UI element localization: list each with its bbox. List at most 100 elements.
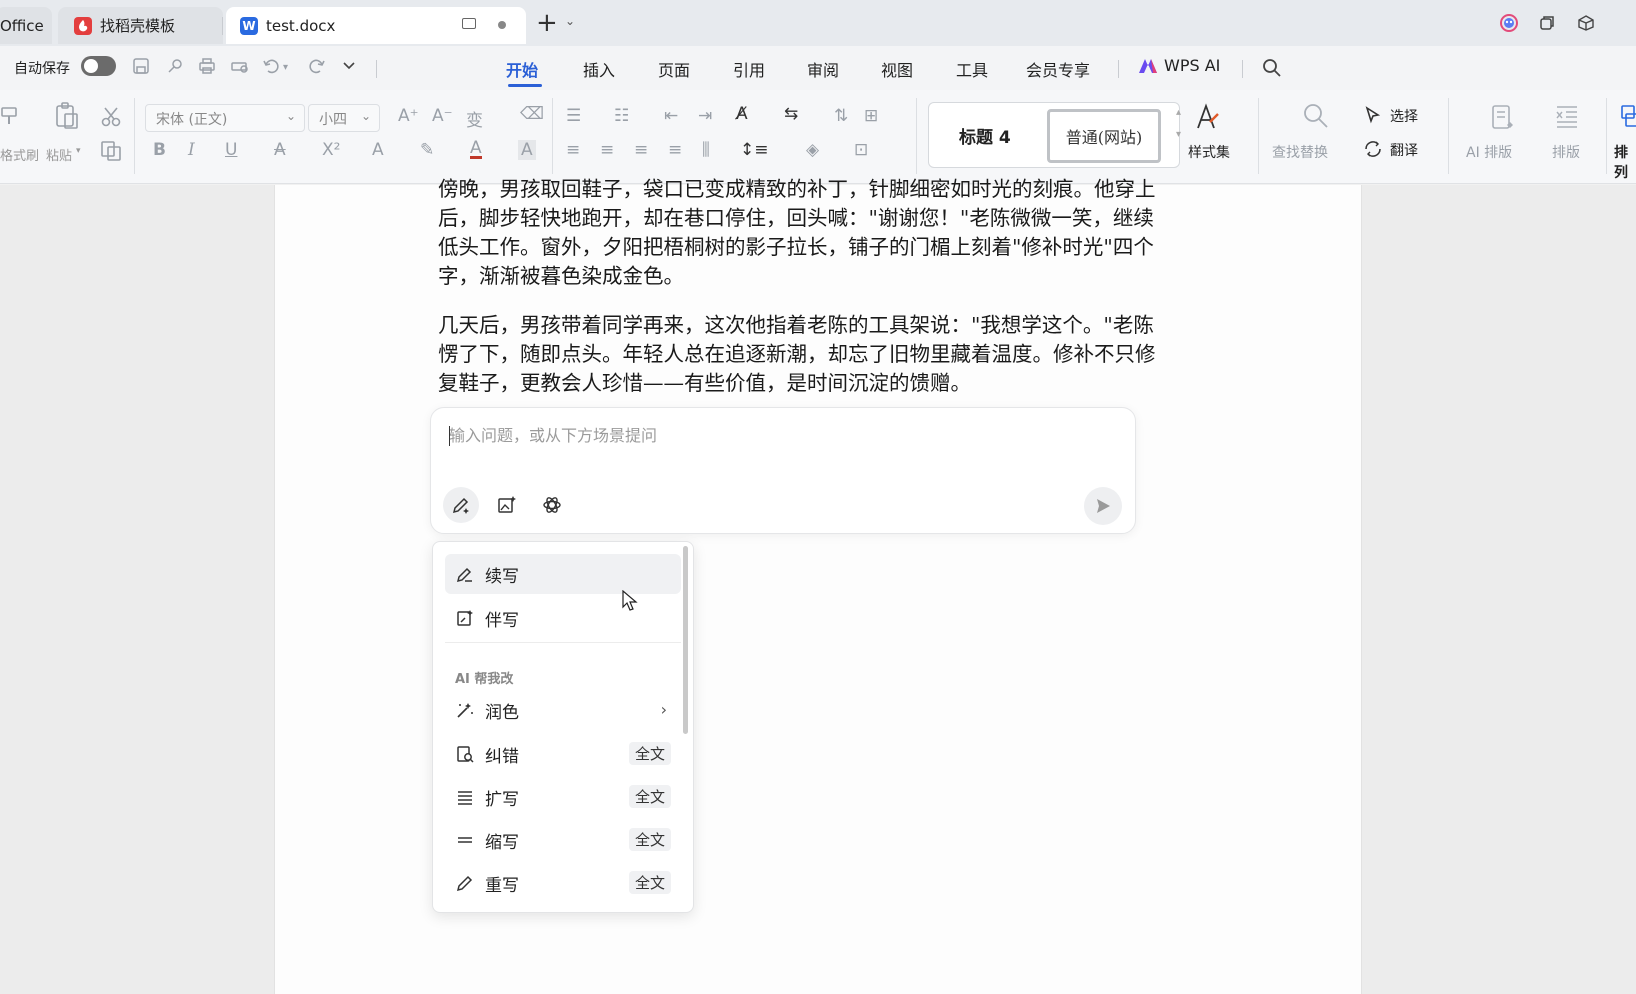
copy-icon[interactable] (100, 140, 122, 162)
text-effect-icon[interactable]: A (372, 140, 384, 160)
layout-icon[interactable] (1554, 104, 1580, 130)
paste-label[interactable]: 粘贴 (46, 145, 72, 164)
menu-item-proofread[interactable]: 纠错 全文 (445, 734, 681, 774)
select-cursor-icon[interactable] (1364, 106, 1382, 124)
clear-format-icon[interactable]: ⌫ (520, 104, 544, 124)
autosave-toggle[interactable] (81, 56, 116, 76)
chevron-down-icon[interactable]: ⌄ (565, 14, 575, 28)
ai-prompt-input[interactable] (449, 422, 1089, 448)
menu-item-shrink[interactable]: 缩写 全文 (445, 820, 681, 860)
menu-review[interactable]: 审阅 (807, 57, 839, 81)
strikethrough-icon[interactable]: A (274, 140, 286, 160)
paste-icon[interactable] (54, 102, 80, 130)
distributed-align-icon[interactable]: ⫼ (702, 140, 710, 160)
style-set-icon[interactable] (1192, 102, 1220, 132)
show-marks-icon[interactable]: ⊞ (864, 106, 878, 126)
align-center-icon[interactable]: ≡ (600, 140, 614, 160)
arrange-icon[interactable] (1620, 104, 1636, 130)
menu-start[interactable]: 开始 (506, 57, 538, 81)
menu-item-continue-write[interactable]: 续写 (445, 554, 681, 594)
borders-icon[interactable]: ⊡ (854, 140, 868, 160)
ai-layout-label[interactable]: AI 排版 (1466, 142, 1512, 162)
new-tab-button[interactable]: + (536, 10, 558, 36)
cut-icon[interactable] (100, 106, 122, 128)
style-heading-4[interactable]: 标题 4 (959, 123, 1011, 148)
document-paragraph-1[interactable]: 傍晚，男孩取回鞋子，袋口已变成精致的补丁，针脚细密如时光的刻痕。他穿上 后，脚步… (438, 175, 1200, 291)
translate-icon[interactable] (1364, 140, 1382, 158)
select-label[interactable]: 选择 (1390, 106, 1418, 126)
chevron-down-icon[interactable]: ▾ (283, 62, 288, 73)
menu-member[interactable]: 会员专享 (1026, 57, 1090, 81)
menu-scrollbar[interactable] (683, 546, 688, 734)
increase-indent-icon[interactable]: ⇥ (698, 106, 712, 126)
ai-write-mode-button[interactable] (443, 487, 479, 523)
numbered-list-icon[interactable]: ☷ (614, 106, 629, 126)
search-icon[interactable] (1262, 58, 1282, 78)
send-button[interactable] (1084, 487, 1122, 525)
unsaved-dot-icon[interactable] (498, 21, 506, 29)
justify-icon[interactable]: ≡ (668, 140, 682, 160)
highlight-icon[interactable]: ✎ (420, 140, 434, 160)
cube-icon[interactable] (1577, 14, 1595, 32)
find-icon[interactable] (1302, 102, 1330, 130)
font-size-select[interactable]: 小四 ⌄ (308, 104, 380, 132)
chevron-down-icon[interactable]: ▾ (76, 146, 81, 156)
customize-toolbar-chevron-icon[interactable] (342, 60, 356, 72)
decrease-indent-icon[interactable]: ⇤ (664, 106, 678, 126)
text-direction-icon[interactable]: A̸ (736, 104, 748, 124)
find-replace-label[interactable]: 查找替换 (1272, 142, 1328, 162)
align-left-icon[interactable]: ≡ (566, 140, 580, 160)
full-text-badge[interactable]: 全文 (628, 871, 671, 894)
decrease-font-icon[interactable]: A⁻ (432, 106, 453, 126)
font-name-select[interactable]: 宋体 (正文) ⌄ (145, 104, 305, 132)
ai-assistant-icon[interactable] (1500, 14, 1518, 32)
ai-image-button[interactable] (489, 487, 525, 523)
full-text-badge[interactable]: 全文 (628, 785, 671, 808)
char-shading-icon[interactable]: A (518, 140, 536, 160)
style-set-label[interactable]: 样式集 (1188, 142, 1230, 162)
tab-docer-templates[interactable]: 找稻壳模板 (58, 7, 223, 44)
layout-label[interactable]: 排版 (1552, 142, 1580, 162)
document-paragraph-2[interactable]: 几天后，男孩带着同学再来，这次他指着老陈的工具架说："我想学这个。"老陈 愣了下… (438, 311, 1200, 398)
print-icon[interactable] (198, 57, 216, 75)
bullet-list-icon[interactable]: ☰ (566, 106, 581, 126)
window-restore-icon[interactable] (1538, 14, 1556, 32)
font-color-icon[interactable]: A (470, 140, 482, 159)
bold-icon[interactable]: B (153, 140, 166, 160)
export-icon[interactable] (166, 57, 184, 75)
menu-item-companion-write[interactable]: 伴写 (445, 598, 681, 638)
menu-item-polish[interactable]: 润色 › (445, 690, 681, 730)
sort-icon[interactable]: ⇅ (834, 106, 848, 126)
menu-item-expand[interactable]: 扩写 全文 (445, 777, 681, 817)
tab-office[interactable]: Office (0, 7, 52, 44)
full-text-badge[interactable]: 全文 (628, 742, 671, 765)
menu-view[interactable]: 视图 (881, 57, 913, 81)
monitor-icon[interactable] (462, 18, 476, 29)
style-scroll-up-icon[interactable]: ▴ (1176, 107, 1181, 118)
increase-font-icon[interactable]: A⁺ (398, 106, 419, 126)
arrange-label[interactable]: 排列 (1614, 142, 1636, 182)
underline-icon[interactable]: U (225, 140, 237, 160)
format-painter-icon[interactable] (0, 104, 24, 128)
convert-icon[interactable]: ⇆ (784, 104, 798, 124)
align-right-icon[interactable]: ≡ (634, 140, 648, 160)
format-painter-label[interactable]: 格式刷 (0, 145, 39, 164)
menu-wps-ai[interactable]: WPS AI (1138, 56, 1220, 75)
style-normal-web[interactable]: 普通(网站) (1047, 109, 1161, 163)
ai-model-button[interactable] (534, 487, 570, 523)
translate-label[interactable]: 翻译 (1390, 140, 1418, 160)
save-icon[interactable] (132, 57, 150, 75)
tab-test-docx[interactable]: W test.docx (226, 7, 526, 44)
undo-icon[interactable] (262, 57, 280, 75)
menu-page[interactable]: 页面 (658, 57, 690, 81)
superscript-icon[interactable]: X² (322, 140, 340, 160)
redo-icon[interactable] (308, 57, 326, 75)
italic-icon[interactable]: I (188, 140, 195, 160)
menu-item-rewrite[interactable]: 重写 全文 (445, 863, 681, 903)
menu-references[interactable]: 引用 (733, 57, 765, 81)
style-scroll-down-icon[interactable]: ▾ (1176, 129, 1181, 140)
shading-icon[interactable]: ◈ (806, 140, 819, 160)
print-preview-icon[interactable] (230, 57, 250, 75)
ai-layout-icon[interactable] (1490, 104, 1516, 132)
line-spacing-icon[interactable]: ↕≡ (740, 140, 769, 160)
